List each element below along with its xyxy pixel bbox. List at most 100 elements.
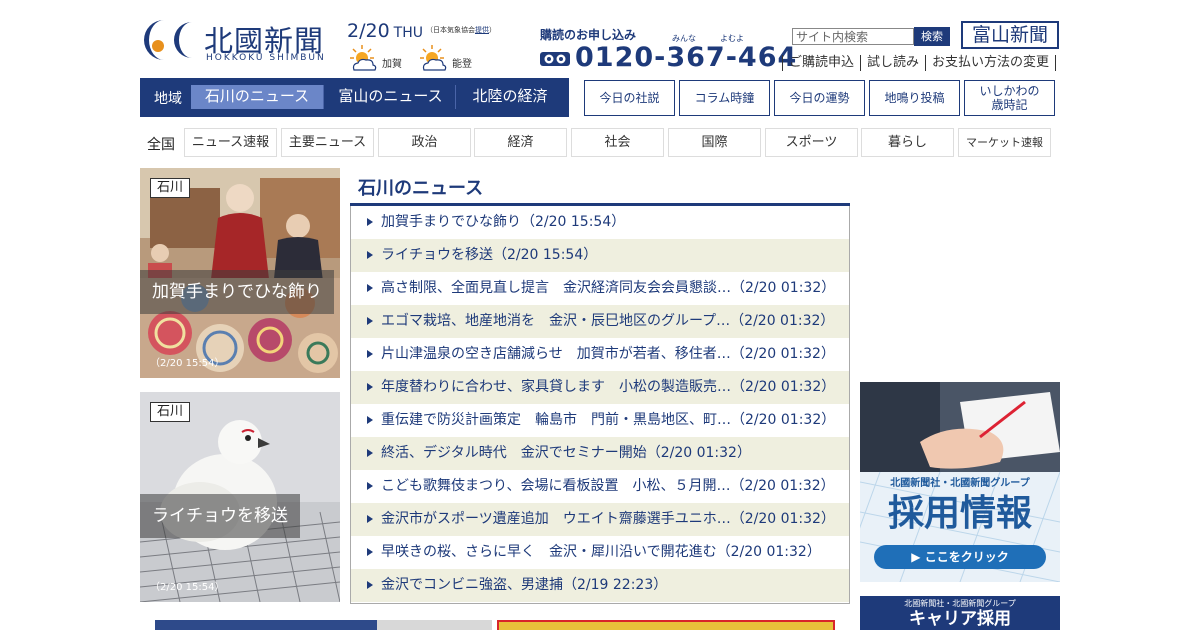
news-item[interactable]: 終活、デジタル時代 金沢でセミナー開始（2/20 01:32） [351, 437, 849, 470]
weather-source: （日本気象協会提供） [426, 26, 496, 34]
news-item[interactable]: 金沢でコンビニ強盗、男逮捕（2/19 22:23） [351, 569, 849, 602]
recruit-small-text: 北國新聞社・北國新聞グループ [890, 478, 1030, 489]
bullet-arrow-icon [367, 251, 373, 259]
bullet-arrow-icon [367, 284, 373, 292]
trial-link[interactable]: 試し読み [860, 55, 925, 71]
news-item[interactable]: 加賀手まりでひな飾り（2/20 15:54） [351, 206, 849, 239]
bullet-arrow-icon [367, 515, 373, 523]
cat-living[interactable]: 暮らし [861, 128, 954, 157]
column-jisho-button[interactable]: コラム時鐘 [679, 80, 770, 116]
recruit-title: 採用情報 [887, 493, 1032, 534]
bullet-arrow-icon [367, 581, 373, 589]
tab-hokuriku-economy[interactable]: 北陸の経済 [458, 85, 562, 109]
site-search-input[interactable] [792, 28, 914, 45]
news-item[interactable]: 早咲きの桜、さらに早く 金沢・犀川沿いで開花進む（2/20 01:32） [351, 536, 849, 569]
hokkoku-mark-icon [144, 20, 192, 60]
saijiki-line-1: いしかわの [979, 84, 1040, 98]
ishikawa-saijiki-button[interactable]: いしかわの 歳時記 [964, 80, 1055, 116]
freedial-icon [540, 52, 570, 66]
news-item[interactable]: こども歌舞伎まつり、会場に看板設置 小松、５月開…（2/20 01:32） [351, 470, 849, 503]
ishikawa-news-heading: 石川のニュース [358, 178, 484, 199]
cat-sports[interactable]: スポーツ [765, 128, 858, 157]
bottom-ad-right[interactable] [497, 620, 835, 630]
career-title: キャリア採用 [909, 609, 1011, 629]
news-headline: こども歌舞伎まつり、会場に看板設置 小松、５月開…（2/20 01:32） [381, 478, 835, 494]
tab-toyama-news[interactable]: 富山のニュース [326, 85, 456, 109]
weather-noto[interactable]: 能登 [418, 44, 478, 72]
fortune-button[interactable]: 今日の運勢 [774, 80, 865, 116]
news-headline: エゴマ栽培、地産地消を 金沢・辰巳地区のグループ…（2/20 01:32） [381, 313, 835, 329]
region-tag: 石川 [150, 178, 191, 198]
subscribe-label: 購読のお申し込み [540, 28, 637, 42]
cat-breaking-news[interactable]: ニュース速報 [184, 128, 277, 157]
career-banner[interactable]: 北國新聞社・北國新聞グループ キャリア採用 [860, 596, 1060, 630]
cat-society[interactable]: 社会 [571, 128, 664, 157]
weather-source-link[interactable]: 提供 [475, 26, 489, 34]
cat-politics[interactable]: 政治 [378, 128, 471, 157]
date-display: 2/20 THU （日本気象協会提供） [347, 20, 496, 42]
photo-timestamp: （2/20 15:54） [150, 582, 225, 593]
search-button[interactable]: 検索 [914, 27, 950, 46]
cat-economy[interactable]: 経済 [474, 128, 567, 157]
news-list: 加賀手まりでひな飾り（2/20 15:54） ライチョウを移送（2/20 15:… [350, 206, 850, 604]
news-item[interactable]: 高さ制限、全面見直し提言 金沢経済同友会会員懇談…（2/20 01:32） [351, 272, 849, 305]
subscribe-phone[interactable]: 0120-367-464 [575, 42, 797, 73]
weekday: THU [393, 25, 423, 41]
subscribe-link[interactable]: ご購読申込 [782, 55, 860, 71]
utility-links: ご購読申込 試し読み お支払い方法の変更 [782, 55, 1057, 71]
bullet-arrow-icon [367, 383, 373, 391]
payment-link[interactable]: お支払い方法の変更 [925, 55, 1057, 71]
bullet-arrow-icon [367, 218, 373, 226]
bullet-arrow-icon [367, 482, 373, 490]
news-item[interactable]: 年度替わりに合わせ、家具貸します 小松の製造販売…（2/20 01:32） [351, 371, 849, 404]
sun-cloud-icon [420, 45, 447, 71]
news-headline: 加賀手まりでひな飾り（2/20 15:54） [381, 214, 626, 230]
news-item[interactable]: ライチョウを移送（2/20 15:54） [351, 239, 849, 272]
news-headline: ライチョウを移送（2/20 15:54） [381, 247, 598, 263]
news-item[interactable]: エゴマ栽培、地産地消を 金沢・辰巳地区のグループ…（2/20 01:32） [351, 305, 849, 338]
sun-cloud-icon [350, 45, 377, 71]
photo-title: ライチョウを移送 [140, 494, 300, 538]
weather-area-label: 能登 [452, 59, 472, 70]
bullet-arrow-icon [367, 548, 373, 556]
toyama-shimbun-link[interactable]: 富山新聞 [961, 21, 1059, 49]
region-nav: 地域 石川のニュース 富山のニュース 北陸の経済 [140, 78, 569, 117]
tab-ishikawa-news[interactable]: 石川のニュース [191, 85, 324, 109]
photo-card-raicho[interactable]: 石川 ライチョウを移送 （2/20 15:54） [140, 392, 340, 602]
weather-kaga[interactable]: 加賀 [348, 44, 408, 72]
photo-title: 加賀手まりでひな飾り [140, 270, 334, 314]
bottom-ad-left[interactable] [155, 620, 492, 630]
news-headline: 早咲きの桜、さらに早く 金沢・犀川沿いで開花進む（2/20 01:32） [381, 544, 821, 560]
bullet-arrow-icon [367, 350, 373, 358]
click-here-button[interactable]: ▶ ここをクリック [874, 545, 1046, 569]
region-label: 地域 [154, 91, 182, 107]
bullet-arrow-icon [367, 317, 373, 325]
editorial-button[interactable]: 今日の社説 [584, 80, 675, 116]
news-headline: 年度替わりに合わせ、家具貸します 小松の製造販売…（2/20 01:32） [381, 379, 836, 395]
hokkoku-logo[interactable]: 北國新聞 HOKKOKU SHIMBUN [140, 16, 340, 66]
news-item[interactable]: 片山津温泉の空き店舗減らせ 加賀市が若者、移住者…（2/20 01:32） [351, 338, 849, 371]
bullet-arrow-icon [367, 416, 373, 424]
news-headline: 金沢でコンビニ強盗、男逮捕（2/19 22:23） [381, 577, 668, 593]
saijiki-line-2: 歳時記 [991, 98, 1028, 112]
cat-top-news[interactable]: 主要ニュース [281, 128, 374, 157]
national-label: 全国 [147, 137, 175, 153]
photo-card-temari[interactable]: 石川 加賀手まりでひな飾り （2/20 15:54） [140, 168, 340, 378]
news-headline: 金沢市がスポーツ遺産追加 ウエイト齋藤選手ユニホ…（2/20 01:32） [381, 511, 835, 527]
photo-timestamp: （2/20 15:54） [150, 358, 225, 369]
news-headline: 片山津温泉の空き店舗減らせ 加賀市が若者、移住者…（2/20 01:32） [381, 346, 835, 362]
news-headline: 終活、デジタル時代 金沢でセミナー開始（2/20 01:32） [381, 445, 751, 461]
news-headline: 重伝建で防災計画策定 輪島市 門前・黒島地区、町…（2/20 01:32） [381, 412, 836, 428]
news-item[interactable]: 重伝建で防災計画策定 輪島市 門前・黒島地区、町…（2/20 01:32） [351, 404, 849, 437]
news-item[interactable]: 金沢市がスポーツ遺産追加 ウエイト齋藤選手ユニホ…（2/20 01:32） [351, 503, 849, 536]
logo-subtitle: HOKKOKU SHIMBUN [206, 53, 326, 63]
reader-post-button[interactable]: 地鳴り投稿 [869, 80, 960, 116]
cat-international[interactable]: 国際 [668, 128, 761, 157]
region-tag: 石川 [150, 402, 191, 422]
recruit-banner[interactable]: 北國新聞社・北國新聞グループ 採用情報 ▶ ここをクリック [860, 382, 1060, 582]
weather-area-label: 加賀 [382, 59, 402, 70]
cat-market[interactable]: マーケット速報 [958, 128, 1051, 157]
bullet-arrow-icon [367, 449, 373, 457]
date-value: 2/20 [347, 20, 390, 42]
news-headline: 高さ制限、全面見直し提言 金沢経済同友会会員懇談…（2/20 01:32） [381, 280, 836, 296]
